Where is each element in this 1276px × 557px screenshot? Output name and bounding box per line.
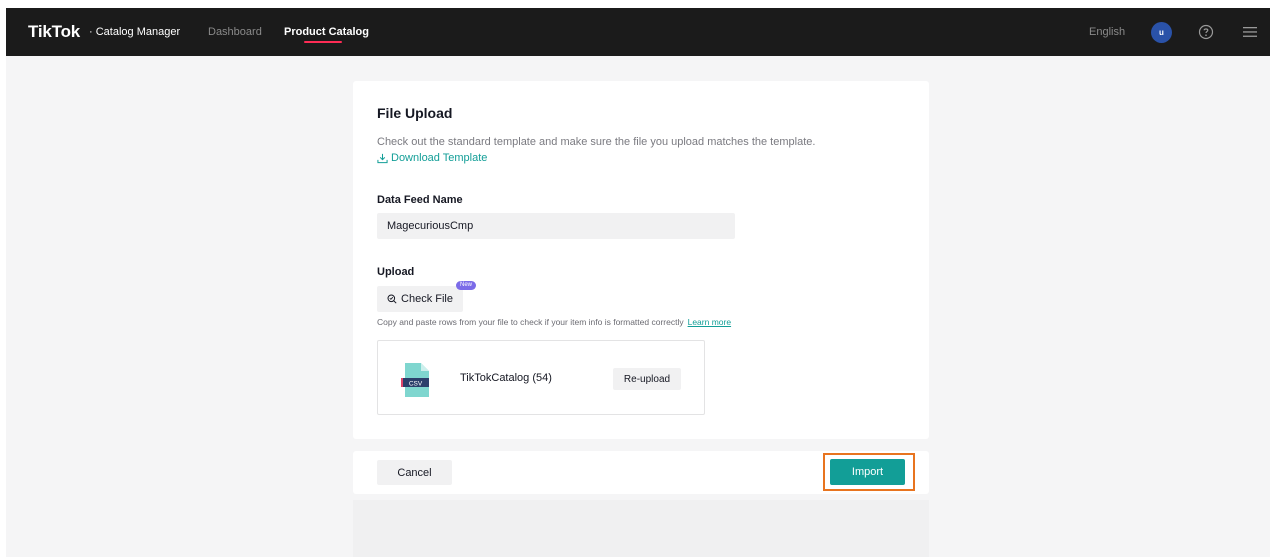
csv-icon-text: CSV (409, 380, 423, 387)
import-button[interactable]: Import (830, 459, 905, 485)
data-feed-name-input[interactable] (377, 213, 735, 239)
check-file-label: Check File (401, 293, 453, 305)
language-selector[interactable]: English (1089, 26, 1125, 38)
hint-text: Copy and paste rows from your file to ch… (377, 317, 684, 327)
data-feed-name-label: Data Feed Name (377, 194, 463, 206)
uploaded-file-box: CSV TikTokCatalog (54) Re-upload (377, 340, 705, 415)
upload-label: Upload (377, 266, 415, 278)
help-icon[interactable] (1198, 24, 1214, 40)
check-file-button[interactable]: Check File (377, 286, 463, 312)
check-file-icon (387, 294, 397, 304)
top-navbar: TikTok · Catalog Manager Dashboard Produ… (6, 8, 1270, 56)
bottom-panel (353, 500, 929, 557)
action-footer: Cancel Import (353, 451, 929, 494)
download-template-link[interactable]: Download Template (377, 152, 487, 164)
tiktok-logo[interactable]: TikTok (28, 22, 80, 42)
file-upload-card: File Upload Check out the standard templ… (353, 81, 929, 439)
reupload-button[interactable]: Re-upload (613, 368, 681, 390)
download-template-label: Download Template (391, 152, 488, 164)
active-nav-indicator (304, 41, 342, 43)
template-description: Check out the standard template and make… (377, 136, 816, 148)
nav-product-catalog[interactable]: Product Catalog (284, 26, 369, 38)
cancel-button[interactable]: Cancel (377, 460, 452, 485)
uploaded-file-name: TikTokCatalog (54) (460, 372, 552, 384)
download-icon (377, 153, 388, 163)
learn-more-link[interactable]: Learn more (688, 317, 731, 327)
nav-dashboard[interactable]: Dashboard (208, 26, 262, 38)
catalog-manager-label: · Catalog Manager (89, 26, 181, 38)
card-title: File Upload (377, 105, 453, 121)
menu-icon[interactable] (1243, 26, 1257, 38)
app-frame: TikTok · Catalog Manager Dashboard Produ… (6, 8, 1270, 557)
user-avatar[interactable]: u (1151, 22, 1172, 43)
check-file-hint: Copy and paste rows from your file to ch… (377, 317, 731, 327)
new-badge: New (456, 281, 477, 290)
csv-file-icon: CSV (401, 363, 429, 397)
